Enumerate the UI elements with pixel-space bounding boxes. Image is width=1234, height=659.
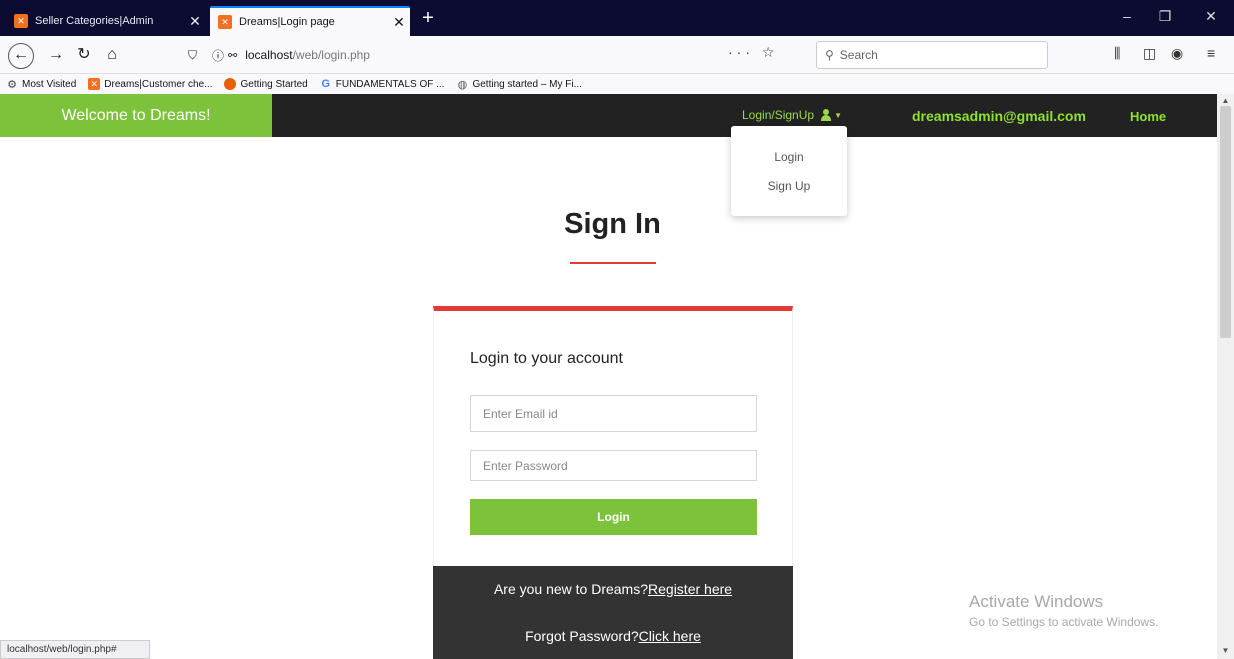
firefox-icon [224, 78, 237, 90]
email-field[interactable]: Enter Email id [470, 395, 757, 432]
bookmark-label: Dreams|Customer che... [104, 78, 213, 90]
activate-subtitle: Go to Settings to activate Windows. [969, 615, 1159, 629]
close-window-icon[interactable]: ✕ [1196, 8, 1226, 25]
url-host: localhost [245, 48, 293, 62]
bookmark-dreams-customer[interactable]: ✕ Dreams|Customer che... [88, 78, 212, 90]
bookmark-label: Most Visited [22, 78, 77, 90]
welcome-banner: Welcome to Dreams! [0, 94, 272, 137]
library-icon[interactable]: ⫼ [1114, 45, 1120, 62]
email-placeholder: Enter Email id [483, 406, 558, 421]
admin-email-link[interactable]: dreamsadmin@gmail.com [912, 108, 1086, 124]
register-line: Are you new to Dreams?Register here [433, 581, 793, 597]
page-title: Sign In [564, 208, 661, 240]
search-icon: ⚲ [825, 48, 834, 62]
address-bar[interactable]: ⛉ ⓘ ⚯ localhost/web/login.php [182, 42, 808, 68]
account-icon[interactable]: ◉ [1171, 45, 1183, 62]
search-input[interactable]: ⚲ Search [816, 41, 1048, 69]
home-icon[interactable]: ⌂ [100, 44, 124, 68]
forgot-password-link[interactable]: Click here [639, 628, 701, 644]
bookmark-label: Getting Started [240, 78, 308, 90]
tab-title: Dreams|Login page [239, 16, 335, 28]
card-heading: Login to your account [470, 350, 623, 367]
restore-icon[interactable]: ❐ [1150, 8, 1180, 25]
bookmark-getting-started-my-fi[interactable]: ◍ Getting started – My Fi... [456, 78, 582, 91]
bookmark-getting-started[interactable]: Getting Started [224, 78, 308, 90]
forward-icon[interactable]: → [44, 44, 68, 68]
permissions-icon[interactable]: ⚯ [228, 49, 237, 62]
password-field[interactable]: Enter Password [470, 450, 757, 481]
scroll-down-icon[interactable]: ▼ [1217, 646, 1234, 655]
forgot-prompt: Forgot Password? [525, 628, 639, 644]
activate-windows-watermark: Activate Windows Go to Settings to activ… [969, 592, 1158, 629]
minimize-icon[interactable]: – [1112, 8, 1142, 24]
google-icon: G [321, 78, 331, 90]
tab-dreams-login[interactable]: ✕ Dreams|Login page ✕ [210, 6, 410, 36]
bookmark-label: FUNDAMENTALS OF ... [335, 78, 445, 90]
dropdown-item-login[interactable]: Login [731, 150, 847, 164]
login-signup-label: Login/SignUp [742, 108, 815, 122]
tab-title: Seller Categories|Admin [35, 15, 154, 27]
register-prompt: Are you new to Dreams? [493, 581, 649, 597]
browser-tab-strip: ✕ Seller Categories|Admin ✕ ✕ Dreams|Log… [0, 0, 1234, 36]
bookmark-label: Getting started – My Fi... [472, 78, 582, 90]
bookmark-fundamentals[interactable]: G FUNDAMENTALS OF ... [320, 78, 445, 90]
xampp-icon: ✕ [218, 15, 232, 29]
menu-icon[interactable]: ≡ [1207, 45, 1215, 61]
page-scrollbar[interactable]: ▲ ▼ [1217, 94, 1234, 659]
bookmarks-bar: ⚙ Most Visited ✕ Dreams|Customer che... … [0, 74, 1234, 94]
login-card: Login to your account Enter Email id Ent… [433, 306, 793, 566]
activate-title: Activate Windows [969, 592, 1104, 611]
forgot-password-line: Forgot Password?Click here [433, 628, 793, 644]
back-icon[interactable]: ← [8, 43, 34, 69]
tab-seller-categories[interactable]: ✕ Seller Categories|Admin ✕ [6, 6, 206, 36]
close-icon[interactable]: ✕ [388, 14, 410, 31]
password-placeholder: Enter Password [483, 458, 568, 473]
login-card-footer: Are you new to Dreams?Register here Forg… [433, 566, 793, 659]
sidebar-icon[interactable]: ◫ [1143, 45, 1156, 62]
tracking-shield-icon[interactable]: ⛉ [188, 48, 204, 63]
login-signup-dropdown-menu: Login Sign Up [731, 126, 847, 216]
close-icon[interactable]: ✕ [184, 13, 206, 30]
register-link[interactable]: Register here [648, 581, 732, 597]
scroll-thumb[interactable] [1220, 106, 1231, 338]
dropdown-item-sign-up[interactable]: Sign Up [731, 179, 847, 193]
site-header: Welcome to Dreams! Login/SignUp ▼ dreams… [0, 94, 1217, 137]
link-status-bar: localhost/web/login.php# [0, 640, 150, 659]
site-info-icon[interactable]: ⓘ [212, 47, 228, 64]
globe-icon: ◍ [457, 78, 468, 91]
new-tab-button[interactable]: + [416, 6, 440, 32]
reload-icon[interactable]: ↻ [72, 44, 96, 68]
home-link[interactable]: Home [1130, 109, 1166, 124]
scroll-up-icon[interactable]: ▲ [1217, 96, 1234, 105]
gear-icon: ⚙ [7, 78, 17, 91]
url-path: /web/login.php [292, 48, 370, 62]
bookmark-most-visited[interactable]: ⚙ Most Visited [6, 78, 77, 91]
login-button[interactable]: Login [470, 499, 757, 535]
login-signup-dropdown-toggle[interactable]: Login/SignUp ▼ [742, 108, 842, 122]
title-underline [570, 262, 656, 264]
user-icon [820, 109, 832, 121]
caret-down-icon: ▼ [834, 110, 842, 120]
browser-nav-bar: ← → ↻ ⌂ ⛉ ⓘ ⚯ localhost/web/login.php ··… [0, 36, 1234, 74]
page-actions-menu[interactable]: ··· ☆ [728, 44, 778, 61]
xampp-icon: ✕ [88, 78, 101, 90]
xampp-icon: ✕ [14, 14, 28, 28]
search-placeholder: Search [839, 48, 878, 62]
